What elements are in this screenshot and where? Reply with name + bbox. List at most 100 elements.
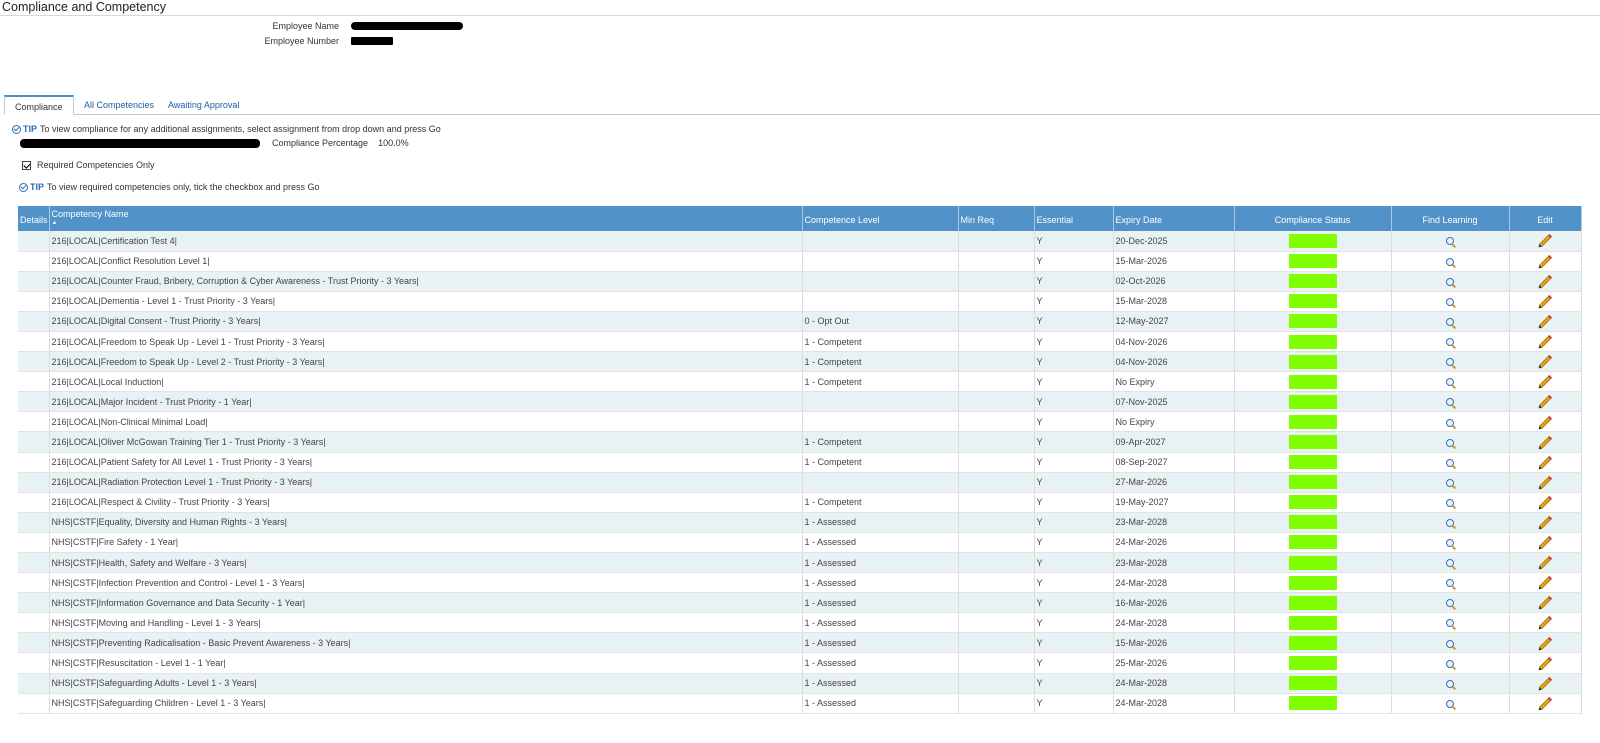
pencil-icon[interactable] xyxy=(1539,296,1551,308)
pencil-icon[interactable] xyxy=(1539,497,1551,509)
search-icon[interactable] xyxy=(1446,418,1454,427)
search-icon[interactable] xyxy=(1446,297,1454,306)
essential-cell: Y xyxy=(1034,612,1114,634)
search-icon[interactable] xyxy=(1446,679,1454,688)
compliance-status-indicator xyxy=(1288,374,1337,389)
pencil-icon[interactable] xyxy=(1539,356,1551,368)
pencil-icon[interactable] xyxy=(1539,617,1551,630)
search-icon[interactable] xyxy=(1446,318,1454,327)
edit-cell xyxy=(1509,592,1582,614)
search-icon[interactable] xyxy=(1446,338,1454,347)
competency-name-cell: 216|LOCAL|Respect & Civility - Trust Pri… xyxy=(49,492,803,513)
search-icon[interactable] xyxy=(1446,358,1454,367)
search-icon[interactable] xyxy=(1446,398,1454,407)
pencil-icon[interactable] xyxy=(1539,436,1551,449)
pencil-icon[interactable] xyxy=(1539,477,1551,489)
assignment-select-redacted[interactable] xyxy=(20,138,260,148)
pencil-icon[interactable] xyxy=(1539,396,1551,409)
min-req-cell xyxy=(958,251,1035,272)
pencil-icon[interactable] xyxy=(1539,276,1551,288)
search-icon[interactable] xyxy=(1446,277,1454,286)
expiry-date-cell: No Expiry xyxy=(1113,371,1235,393)
search-icon[interactable] xyxy=(1446,378,1454,387)
compliance-status-cell xyxy=(1234,251,1392,272)
search-icon[interactable] xyxy=(1446,539,1454,548)
table-row: NHS|CSTF|Fire Safety - 1 Year| 1 - Assess… xyxy=(18,532,1582,554)
search-icon[interactable] xyxy=(1446,659,1454,668)
pencil-icon[interactable] xyxy=(1539,698,1551,710)
compliance-status-cell xyxy=(1234,652,1392,674)
compliance-status-cell xyxy=(1234,693,1392,714)
min-req-cell xyxy=(958,652,1035,674)
pencil-icon[interactable] xyxy=(1539,517,1551,529)
details-cell xyxy=(18,291,50,312)
pencil-icon[interactable] xyxy=(1539,557,1551,569)
find-learning-cell xyxy=(1391,592,1510,614)
pencil-icon[interactable] xyxy=(1539,336,1551,348)
pencil-icon[interactable] xyxy=(1539,416,1551,429)
compliance-percentage-value: 100.0% xyxy=(378,138,409,148)
search-icon[interactable] xyxy=(1446,438,1454,447)
pencil-icon[interactable] xyxy=(1539,597,1551,610)
search-icon[interactable] xyxy=(1446,237,1454,246)
search-icon[interactable] xyxy=(1446,699,1454,708)
search-icon[interactable] xyxy=(1446,458,1454,467)
edit-cell xyxy=(1509,632,1582,654)
header-expiry-date: Expiry Date xyxy=(1113,206,1235,231)
search-icon[interactable] xyxy=(1446,478,1454,487)
pencil-icon[interactable] xyxy=(1539,256,1551,268)
details-cell xyxy=(18,572,50,594)
tab-awaiting-approval[interactable]: Awaiting Approval xyxy=(158,95,249,115)
search-icon[interactable] xyxy=(1446,639,1454,648)
search-icon[interactable] xyxy=(1446,257,1454,266)
min-req-cell xyxy=(958,632,1035,654)
search-icon[interactable] xyxy=(1446,559,1454,568)
search-icon[interactable] xyxy=(1446,619,1454,628)
details-cell xyxy=(18,311,50,332)
compliance-status-indicator xyxy=(1288,475,1337,490)
search-icon[interactable] xyxy=(1446,518,1454,527)
pencil-icon[interactable] xyxy=(1539,457,1551,469)
essential-cell: Y xyxy=(1034,552,1114,574)
min-req-cell xyxy=(958,331,1035,353)
header-competency-name[interactable]: Competency Name ▲ xyxy=(49,206,803,231)
pencil-icon[interactable] xyxy=(1539,235,1551,248)
pencil-icon[interactable] xyxy=(1539,657,1551,670)
search-icon[interactable] xyxy=(1446,599,1454,608)
find-learning-cell xyxy=(1391,492,1510,513)
competency-name-cell: NHS|CSTF|Infection Prevention and Contro… xyxy=(49,572,803,594)
find-learning-cell xyxy=(1391,251,1510,272)
tab-bar: Compliance All Competencies Awaiting App… xyxy=(4,95,1600,115)
competence-level-cell: 1 - Competent xyxy=(802,351,959,373)
pencil-icon[interactable] xyxy=(1539,537,1551,549)
edit-cell xyxy=(1509,532,1582,554)
edit-cell xyxy=(1509,391,1582,413)
details-cell xyxy=(18,351,50,373)
essential-cell: Y xyxy=(1034,271,1114,292)
table-row: NHS|CSTF|Equality, Diversity and Human R… xyxy=(18,512,1582,533)
details-cell xyxy=(18,371,50,393)
competence-level-cell: 1 - Competent xyxy=(802,492,959,513)
tab-all-competencies[interactable]: All Competencies xyxy=(74,95,164,115)
pencil-icon[interactable] xyxy=(1539,316,1551,328)
find-learning-cell xyxy=(1391,391,1510,413)
competency-name-cell: 216|LOCAL|Patient Safety for All Level 1… xyxy=(49,452,803,473)
pencil-icon[interactable] xyxy=(1539,637,1551,650)
edit-cell xyxy=(1509,331,1582,353)
competency-name-cell: NHS|CSTF|Health, Safety and Welfare - 3 … xyxy=(49,552,803,574)
edit-cell xyxy=(1509,652,1582,674)
compliance-status-indicator xyxy=(1288,354,1337,369)
required-competencies-checkbox[interactable] xyxy=(22,160,31,170)
pencil-icon[interactable] xyxy=(1539,376,1551,388)
pencil-icon[interactable] xyxy=(1539,577,1551,589)
search-icon[interactable] xyxy=(1446,498,1454,507)
details-cell xyxy=(18,512,50,533)
tab-compliance[interactable]: Compliance xyxy=(4,95,74,115)
essential-cell: Y xyxy=(1034,411,1114,433)
table-row: 216|LOCAL|Major Incident - Trust Priorit… xyxy=(18,391,1582,413)
compliance-status-indicator xyxy=(1288,515,1337,530)
pencil-icon[interactable] xyxy=(1539,678,1551,690)
min-req-cell xyxy=(958,693,1035,714)
search-icon[interactable] xyxy=(1446,579,1454,588)
details-cell xyxy=(18,532,50,554)
